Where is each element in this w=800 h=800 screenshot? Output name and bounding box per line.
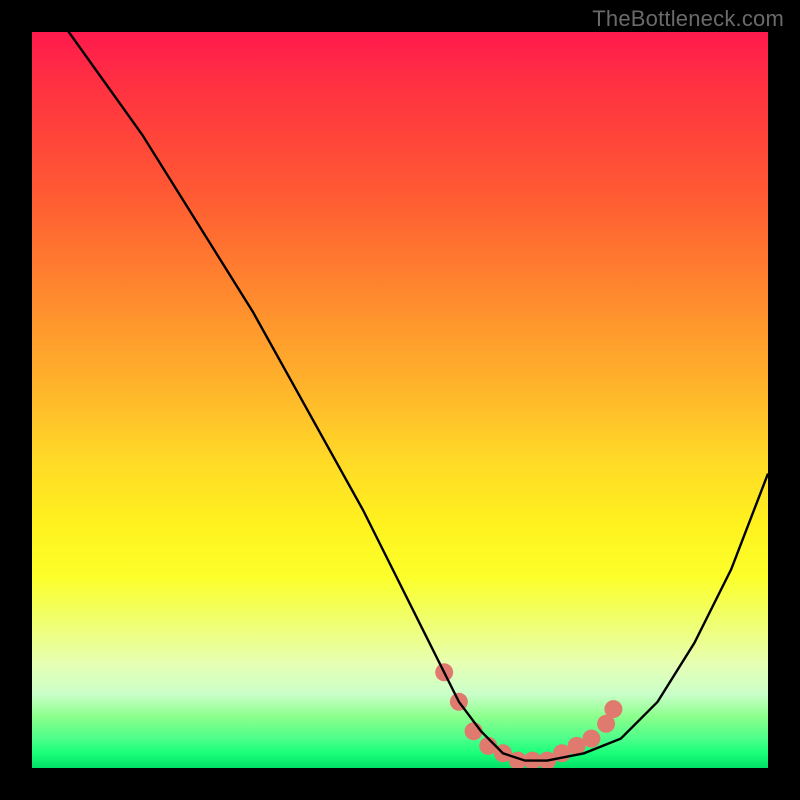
bottleneck-curve [32,32,768,761]
watermark-text: TheBottleneck.com [592,6,784,32]
plot-area [32,32,768,768]
chart-frame: TheBottleneck.com [0,0,800,800]
marker-dots [435,663,622,768]
floor-dot [582,730,600,748]
curve-layer [32,32,768,768]
floor-dot [604,700,622,718]
